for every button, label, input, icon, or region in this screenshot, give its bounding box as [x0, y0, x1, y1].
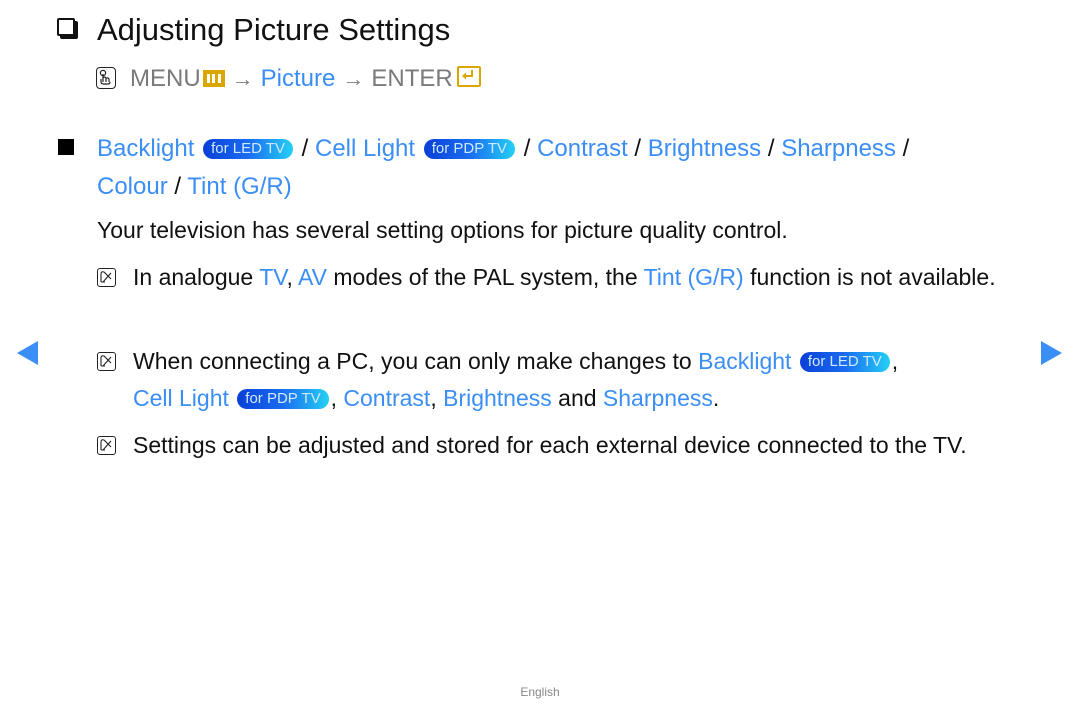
menu-label: MENU [130, 65, 201, 92]
note-text: , [330, 385, 344, 411]
led-tv-badge: for LED TV [203, 139, 293, 159]
separator: / [895, 135, 910, 162]
path-arrow: → [342, 66, 365, 91]
colour-link[interactable]: Colour [97, 173, 168, 200]
note-analogue: In analogue TV, AV modes of the PAL syst… [97, 259, 1027, 296]
next-page-arrow-icon[interactable] [1041, 341, 1062, 365]
menu-path: MENU → Picture → ENTER [96, 62, 481, 96]
note-text: , [430, 385, 444, 411]
note-text: modes of the PAL system, the [326, 264, 644, 290]
note-text: function is not available. [743, 264, 996, 290]
tv-link[interactable]: TV [259, 264, 286, 290]
separator: / [167, 173, 188, 200]
tint-link[interactable]: Tint (G/R) [187, 173, 291, 200]
note-text: and [551, 385, 603, 411]
checkbox-bullet-icon [57, 18, 75, 36]
separator: / [627, 135, 648, 162]
picture-link[interactable]: Picture [261, 65, 336, 92]
note-text: , [286, 264, 298, 290]
enter-icon [456, 66, 481, 87]
backlight-link[interactable]: Backlight [97, 135, 194, 162]
led-tv-badge: for LED TV [799, 352, 890, 372]
note-text: . [712, 385, 720, 411]
intro-text: Your television has several setting opti… [97, 217, 788, 243]
sharpness-link[interactable]: Sharpness [603, 385, 713, 411]
pdp-tv-badge: for PDP TV [237, 389, 329, 409]
menu-icon [202, 70, 225, 87]
cell-light-link[interactable]: Cell Light [133, 385, 229, 411]
note-text: When connecting a PC, you can only make … [133, 348, 699, 374]
page-title: Adjusting Picture Settings [97, 12, 451, 47]
enter-label: ENTER [371, 65, 453, 92]
contrast-link[interactable]: Contrast [343, 385, 430, 411]
note-pc: When connecting a PC, you can only make … [97, 343, 1027, 417]
section-title: Backlight for LED TV / Cell Light for PD… [97, 130, 1037, 206]
backlight-link[interactable]: Backlight [698, 348, 791, 374]
brightness-link[interactable]: Brightness [648, 135, 761, 162]
pdp-tv-badge: for PDP TV [423, 139, 516, 159]
note-icon [97, 268, 116, 287]
tint-link[interactable]: Tint (G/R) [644, 264, 744, 290]
separator: / [517, 135, 538, 162]
note-external-devices: Settings can be adjusted and stored for … [97, 427, 1027, 464]
previous-page-arrow-icon[interactable] [17, 341, 38, 365]
path-arrow: → [231, 66, 254, 91]
remote-hand-icon [96, 67, 116, 89]
separator: / [761, 135, 782, 162]
contrast-link[interactable]: Contrast [537, 135, 628, 162]
sharpness-link[interactable]: Sharpness [781, 135, 896, 162]
cell-light-link[interactable]: Cell Light [315, 135, 415, 162]
note-icon [97, 436, 116, 455]
note-text: Settings can be adjusted and stored for … [133, 432, 967, 458]
note-icon [97, 352, 116, 371]
square-bullet-icon [58, 139, 74, 155]
av-link[interactable]: AV [298, 264, 327, 290]
note-text: , [891, 348, 899, 374]
note-text: In analogue [133, 264, 260, 290]
brightness-link[interactable]: Brightness [443, 385, 552, 411]
separator: / [294, 135, 315, 162]
page-heading: Adjusting Picture Settings [57, 10, 450, 50]
footer-language: English [520, 685, 560, 699]
